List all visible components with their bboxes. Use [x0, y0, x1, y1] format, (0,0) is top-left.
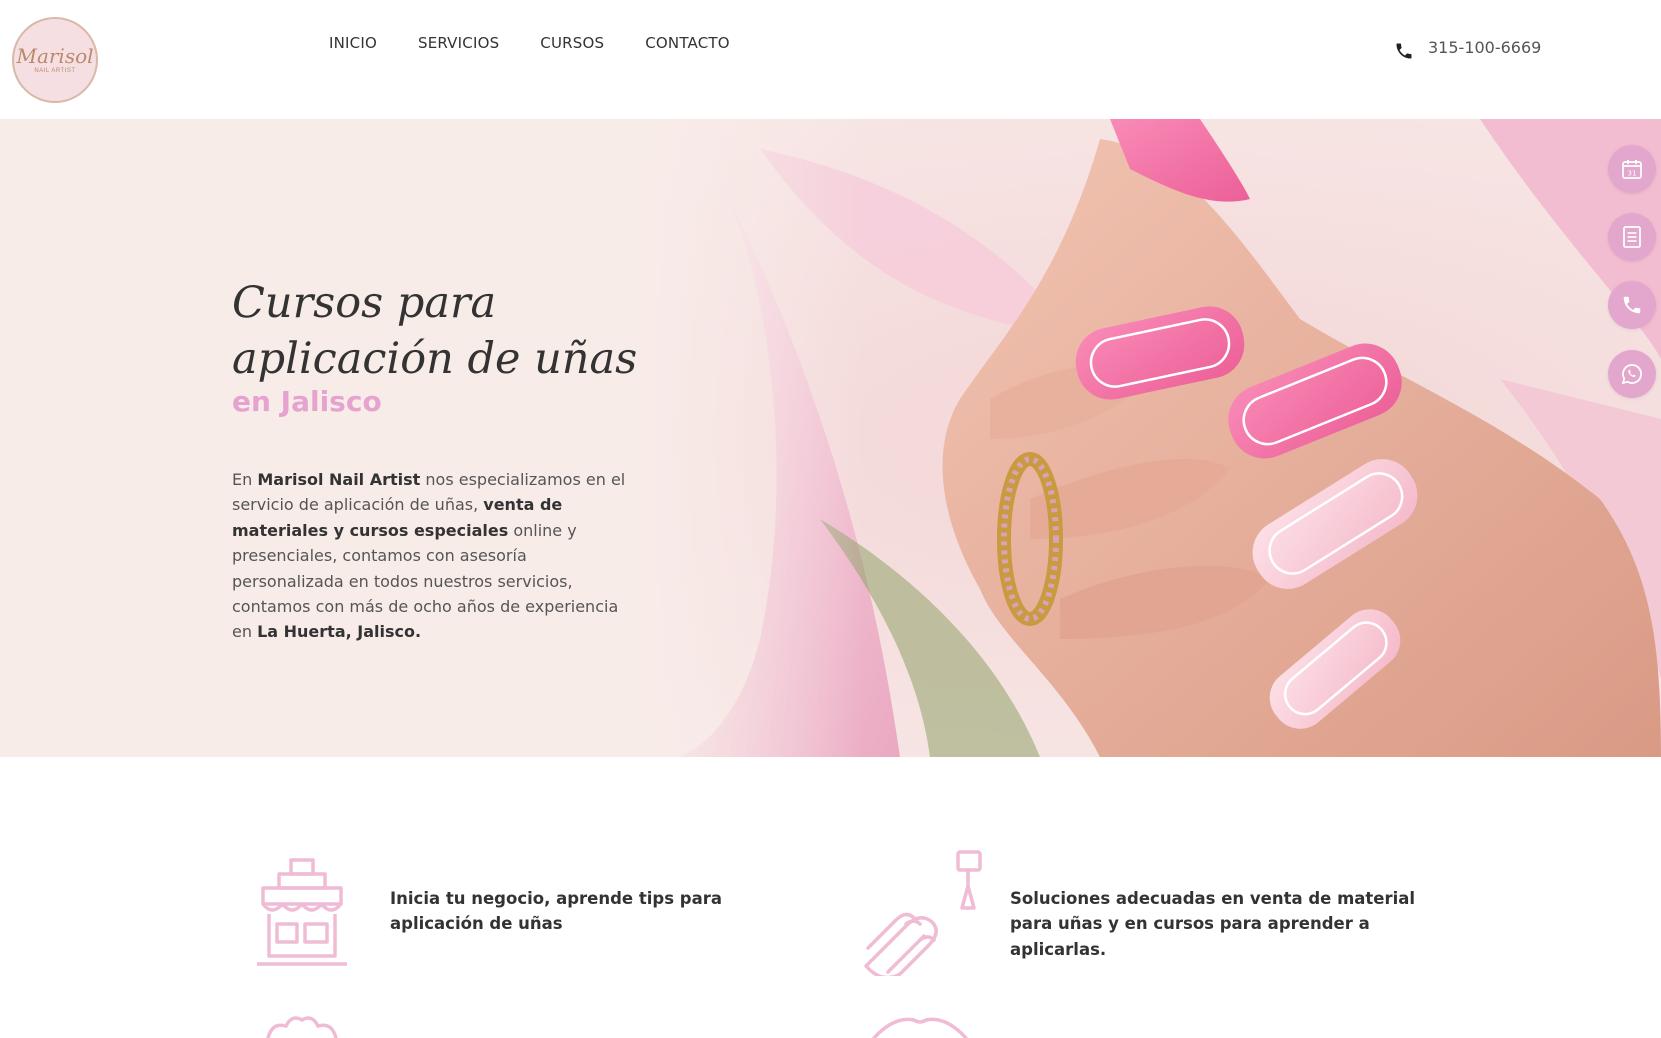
calendar-button[interactable]: 31	[1608, 145, 1656, 193]
shop-icon	[257, 858, 347, 966]
main-nav: INICIO SERVICIOS CURSOS CONTACTO	[329, 34, 730, 52]
svg-text:31: 31	[1628, 170, 1637, 178]
phone-icon	[1396, 43, 1412, 59]
hero-description: En Marisol Nail Artist nos especializamo…	[232, 467, 632, 645]
logo-subtitle: NAIL ARTIST	[34, 68, 76, 74]
feature-text-business: Inicia tu negocio, aprende tips para apl…	[390, 889, 723, 934]
nail-polish-icon	[864, 850, 982, 976]
calendar-icon: 31	[1622, 160, 1642, 179]
hero-banner: Cursos para aplicación de uñas en Jalisc…	[0, 119, 1661, 757]
hero-text-part: En	[232, 470, 258, 489]
header-phone[interactable]: 315-100-6669	[1394, 32, 1541, 62]
flower-icon	[266, 1016, 338, 1038]
site-header: Marisol NAIL ARTIST INICIO SERVICIOS CUR…	[0, 0, 1661, 119]
hero-text-bold: Marisol Nail Artist	[257, 470, 421, 489]
hero-nail-photo	[0, 119, 1661, 757]
nav-link-servicios[interactable]: SERVICIOS	[418, 34, 499, 52]
document-button[interactable]	[1608, 213, 1656, 261]
hero-text-bold: La Huerta, Jalisco.	[257, 622, 422, 642]
nav-link-cursos[interactable]: CURSOS	[540, 34, 604, 52]
logo-script: Marisol	[16, 44, 94, 68]
call-button[interactable]	[1608, 281, 1656, 329]
hero-subtitle: en Jalisco	[232, 385, 382, 418]
whatsapp-icon	[1621, 364, 1642, 385]
hero-title: Cursos para aplicación de uñas	[232, 278, 638, 384]
phone-number: 315-100-6669	[1428, 37, 1542, 57]
lips-icon	[872, 1017, 968, 1038]
document-icon	[1623, 226, 1641, 248]
brand-logo[interactable]: Marisol NAIL ARTIST	[12, 17, 98, 103]
nav-link-inicio[interactable]: INICIO	[329, 34, 377, 52]
phone-icon	[1623, 296, 1641, 314]
nav-link-contacto[interactable]: CONTACTO	[645, 34, 730, 52]
feature-text-materials: Soluciones adecuadas en venta de materia…	[1010, 889, 1416, 959]
whatsapp-button[interactable]	[1608, 350, 1656, 398]
